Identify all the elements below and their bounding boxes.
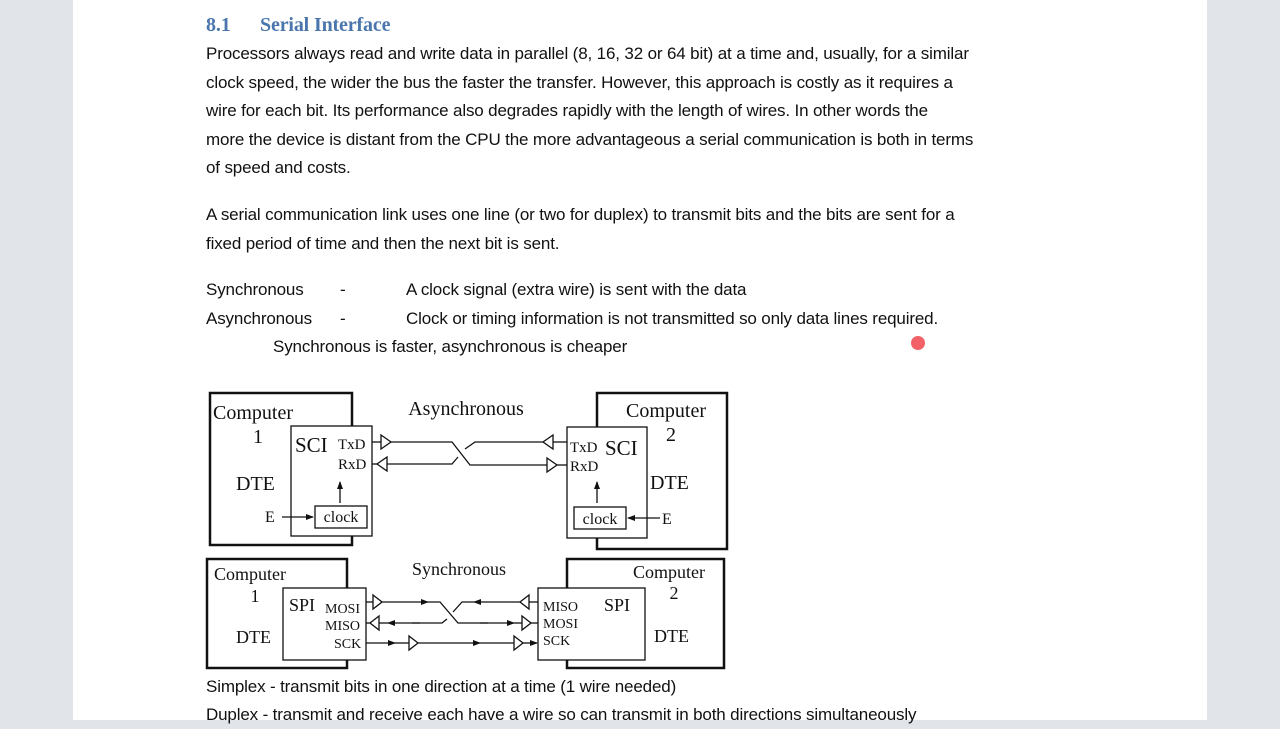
computer2-sync-number: 2 [670, 583, 679, 603]
computer1-label: Computer [213, 402, 293, 424]
sync-title: Synchronous [412, 559, 506, 579]
computer1-sync-number: 1 [251, 586, 260, 606]
serial-diagram: Asynchronous Computer 1 DTE SCI TxD RxD … [205, 391, 729, 670]
rxd-label-right: RxD [570, 459, 599, 475]
sck-label-right: SCK [543, 634, 570, 649]
document-page: 8.1 Serial Interface Processors always re… [73, 0, 1207, 724]
dte-label-right: DTE [650, 472, 689, 494]
laser-pointer-dot [911, 336, 925, 350]
txd-label-left: TxD [338, 437, 366, 453]
computer2-label: Computer [626, 400, 706, 422]
async-title: Asynchronous [408, 398, 524, 420]
computer1-number: 1 [253, 426, 263, 448]
enable-label-right: E [662, 511, 672, 528]
spi-label-right: SPI [604, 595, 630, 615]
mosi-label-left: MOSI [325, 602, 360, 617]
sci-label-right: SCI [605, 436, 638, 460]
dte-sync-label-right: DTE [654, 626, 689, 646]
sci-label-left: SCI [295, 433, 328, 457]
async-wires [372, 433, 567, 474]
miso-label-left: MISO [325, 619, 360, 634]
clock-label-left: clock [324, 509, 359, 526]
miso-label-right: MISO [543, 600, 578, 615]
txd-label-right: TxD [570, 440, 598, 456]
computer2-sync-label: Computer [633, 562, 705, 582]
clock-label-right: clock [583, 511, 618, 528]
computer2-number: 2 [666, 424, 676, 446]
dte-label-left: DTE [236, 473, 275, 495]
enable-label-left: E [265, 509, 275, 526]
mosi-label-right: MOSI [543, 617, 578, 632]
sync-wires [366, 593, 538, 652]
rxd-label-left: RxD [338, 457, 367, 473]
sck-label-left: SCK [334, 637, 361, 652]
computer1-sync-label: Computer [214, 564, 286, 584]
dte-sync-label-left: DTE [236, 627, 271, 647]
spi-label-left: SPI [289, 595, 315, 615]
